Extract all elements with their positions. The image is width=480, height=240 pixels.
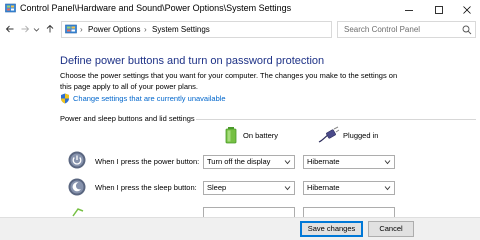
battery-icon [225, 127, 237, 144]
page-title: Define power buttons and turn on passwor… [60, 55, 325, 67]
selected-value: Sleep [207, 183, 227, 192]
breadcrumb-power-options[interactable]: Power Options [88, 25, 140, 34]
chevron-down-icon [384, 186, 391, 191]
plugged-in-header: Plugged in [318, 125, 378, 145]
recent-locations-button[interactable] [32, 23, 40, 35]
change-unavailable-settings-link[interactable]: Change settings that are currently unava… [73, 94, 226, 103]
maximize-button[interactable] [424, 0, 454, 19]
forward-arrow-icon [21, 25, 30, 33]
up-button[interactable] [44, 23, 56, 35]
chevron-down-icon [33, 27, 39, 32]
forward-button[interactable] [19, 23, 31, 35]
minimize-icon [405, 9, 413, 11]
close-button[interactable] [452, 0, 480, 19]
plugged-in-label: Plugged in [343, 130, 379, 140]
power-button-battery-select[interactable]: Turn off the display [203, 155, 295, 169]
control-panel-icon [5, 3, 16, 13]
minimize-button[interactable] [394, 0, 424, 19]
back-button[interactable] [4, 23, 16, 35]
address-bar[interactable]: › Power Options › System Settings [61, 21, 390, 38]
search-input[interactable]: Search Control Panel [344, 25, 420, 34]
selected-value: Turn off the display [207, 157, 271, 166]
cancel-button[interactable]: Cancel [368, 221, 414, 237]
on-battery-label: On battery [243, 130, 279, 140]
section-title: Power and sleep buttons and lid settings [60, 114, 195, 123]
sleep-button-label: When I press the sleep button: [95, 183, 197, 192]
sleep-button-icon [68, 178, 86, 196]
title-bar: Control Panel\Hardware and Sound\Power O… [0, 0, 480, 19]
power-button-label: When I press the power button: [95, 157, 200, 166]
section-divider [196, 119, 476, 120]
breadcrumb-separator: › [80, 25, 83, 34]
breadcrumb-separator: › [144, 25, 147, 34]
chevron-down-icon [284, 186, 291, 191]
chevron-down-icon [384, 160, 391, 165]
window-title: Control Panel\Hardware and Sound\Power O… [20, 3, 292, 13]
up-arrow-icon [46, 24, 54, 33]
page-description: Choose the power settings that you want … [60, 71, 398, 91]
power-button-icon [68, 151, 86, 169]
sleep-button-plugged-select[interactable]: Hibernate [303, 181, 395, 195]
power-plug-icon [318, 126, 340, 143]
lid-battery-select-partial[interactable] [203, 207, 295, 217]
save-changes-button[interactable]: Save changes [300, 221, 363, 237]
control-panel-icon [65, 24, 77, 34]
lid-plugged-select-partial[interactable] [303, 207, 395, 217]
on-battery-header: On battery [222, 125, 278, 145]
search-icon [462, 25, 472, 35]
lid-icon [72, 208, 84, 217]
power-button-plugged-select[interactable]: Hibernate [303, 155, 395, 169]
maximize-icon [435, 5, 443, 14]
navigation-bar: › Power Options › System Settings Search… [0, 19, 480, 41]
uac-shield-icon [61, 93, 69, 104]
footer-bar: Save changes Cancel [0, 217, 480, 240]
breadcrumb-system-settings[interactable]: System Settings [152, 25, 210, 34]
chevron-down-icon [284, 160, 291, 165]
search-box[interactable]: Search Control Panel [337, 21, 476, 38]
back-arrow-icon [5, 25, 14, 33]
close-icon [463, 5, 471, 14]
main-content: Define power buttons and turn on passwor… [0, 41, 480, 217]
sleep-button-battery-select[interactable]: Sleep [203, 181, 295, 195]
selected-value: Hibernate [307, 157, 340, 166]
selected-value: Hibernate [307, 183, 340, 192]
